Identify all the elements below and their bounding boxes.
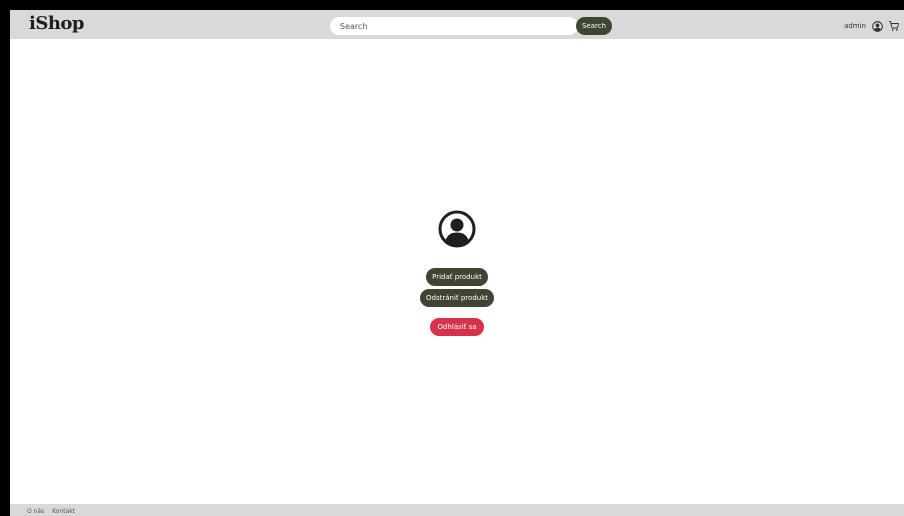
top-navbar: iShop Search admin xyxy=(10,10,904,39)
footer-link-contact[interactable]: Kontakt xyxy=(52,508,75,515)
add-product-button[interactable]: Pridať produkt xyxy=(426,268,488,286)
username[interactable]: admin xyxy=(844,22,866,30)
remove-product-button[interactable]: Odstrániť produkt xyxy=(420,289,494,307)
search-input[interactable] xyxy=(330,17,578,35)
page: iShop Search admin xyxy=(10,10,904,516)
footer: O nás Kontakt xyxy=(10,504,904,516)
account-panel: Pridať produkt Odstrániť produkt Odhlási… xyxy=(10,210,904,339)
logout-button[interactable]: Odhlásiť sa xyxy=(430,318,484,336)
logo[interactable]: iShop xyxy=(29,13,85,35)
user-area: admin xyxy=(844,18,904,34)
user-icon[interactable] xyxy=(870,19,884,33)
screen-frame: iShop Search admin xyxy=(0,0,904,516)
footer-links: O nás Kontakt xyxy=(27,508,81,515)
cart-icon[interactable] xyxy=(887,19,901,33)
footer-link-about[interactable]: O nás xyxy=(27,508,44,515)
search-button[interactable]: Search xyxy=(576,17,612,35)
user-icon xyxy=(438,210,476,248)
